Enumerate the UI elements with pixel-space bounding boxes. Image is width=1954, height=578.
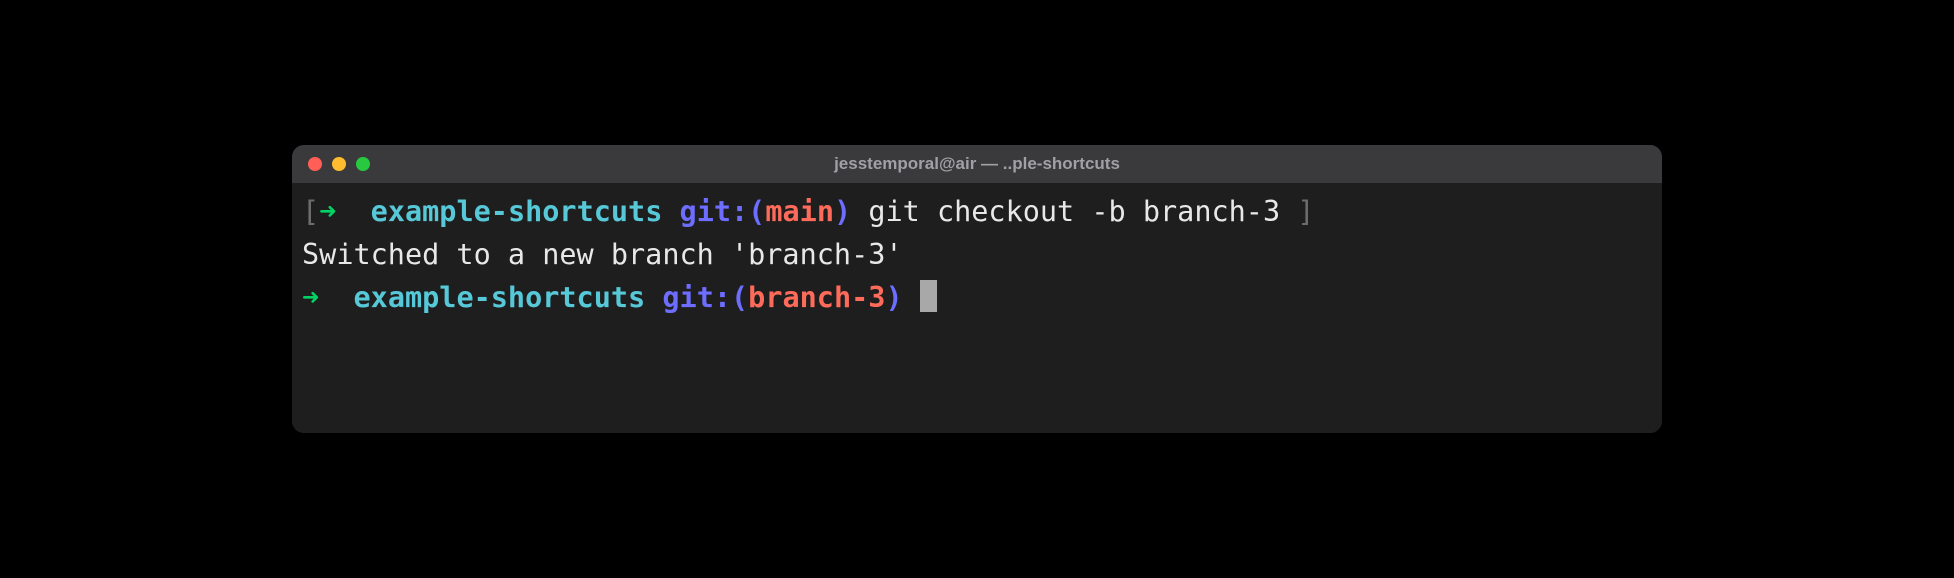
close-icon[interactable]: [308, 157, 322, 171]
terminal-line-2: Switched to a new branch 'branch-3': [302, 234, 1652, 277]
prompt-arrow-icon: ➜: [302, 281, 319, 314]
terminal-line-3: ➜ example-shortcuts git:(branch-3): [302, 277, 1652, 320]
terminal-window: jesstemporal@air — ..ple-shortcuts [➜ ex…: [292, 145, 1662, 433]
bracket-open: [: [302, 195, 319, 228]
maximize-icon[interactable]: [356, 157, 370, 171]
minimize-icon[interactable]: [332, 157, 346, 171]
command-text: git checkout -b branch-3: [851, 195, 1297, 228]
terminal-body[interactable]: [➜ example-shortcuts git:(main) git chec…: [292, 183, 1662, 433]
command-output: Switched to a new branch 'branch-3': [302, 238, 903, 271]
git-branch: branch-3: [748, 281, 885, 314]
bracket-close: ]: [1297, 195, 1314, 228]
cursor-icon: [920, 280, 937, 312]
titlebar: jesstemporal@air — ..ple-shortcuts: [292, 145, 1662, 183]
window-title: jesstemporal@air — ..ple-shortcuts: [308, 154, 1646, 174]
traffic-lights: [308, 157, 370, 171]
git-branch: main: [765, 195, 834, 228]
prompt-directory: example-shortcuts: [354, 281, 646, 314]
git-close: ): [834, 195, 851, 228]
git-close: ): [885, 281, 902, 314]
prompt-directory: example-shortcuts: [371, 195, 663, 228]
git-label: git:(: [680, 195, 766, 228]
prompt-arrow-icon: ➜: [319, 195, 336, 228]
git-label: git:(: [662, 281, 748, 314]
terminal-line-1: [➜ example-shortcuts git:(main) git chec…: [302, 191, 1652, 234]
